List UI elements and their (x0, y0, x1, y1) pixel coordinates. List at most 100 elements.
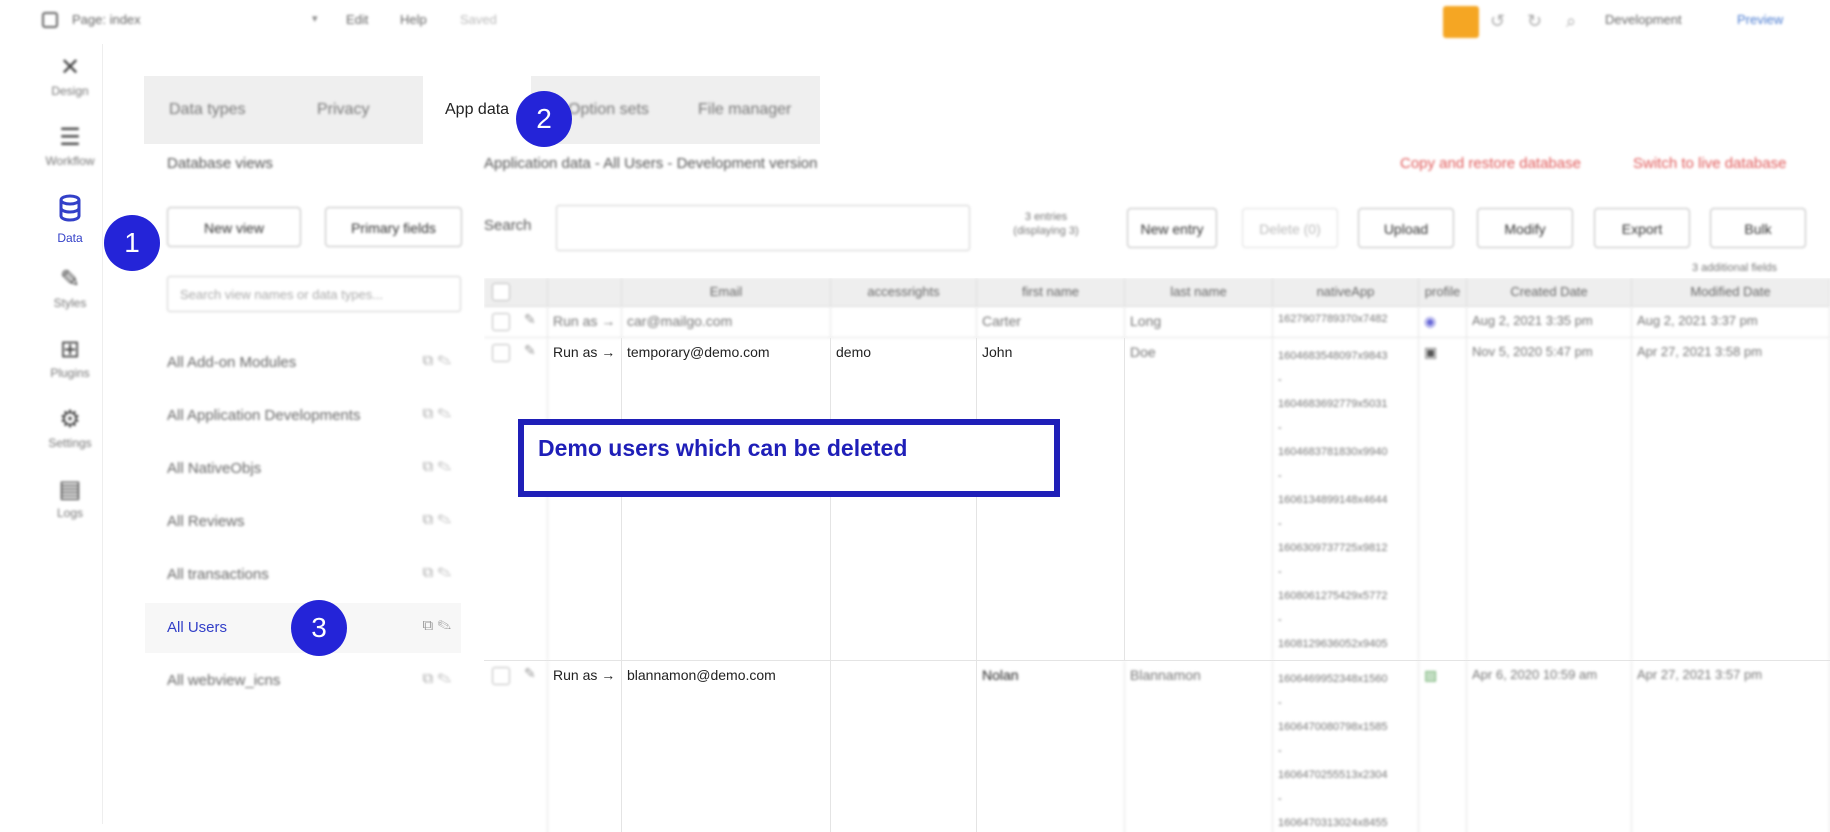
header-created-date[interactable]: Created Date (1467, 278, 1632, 306)
header-nativeapp[interactable]: nativeApp (1273, 278, 1419, 306)
copy-edit-icons[interactable]: ⧉ ✎ (422, 564, 451, 581)
view-label: All NativeObjs (167, 460, 262, 477)
profile-image-icon[interactable]: ▨ (1419, 661, 1467, 832)
row-checkbox[interactable] (492, 344, 510, 362)
view-item[interactable]: All NativeObjs ⧉ ✎ (145, 444, 461, 494)
cell-last-name[interactable]: Blannamon (1125, 661, 1273, 832)
search-input[interactable] (556, 205, 970, 251)
header-last-name[interactable]: last name (1125, 278, 1273, 306)
nativeapp-id: 1604683548097x9843 (1278, 350, 1388, 362)
copy-restore-link[interactable]: Copy and restore database (1400, 155, 1581, 172)
copy-edit-icons[interactable]: ⧉ ✎ (422, 458, 451, 475)
primary-fields-button[interactable]: Primary fields (325, 207, 462, 247)
nav-label: Design (51, 84, 89, 98)
undo-icon[interactable]: ↺ (1490, 11, 1505, 32)
nav-styles[interactable]: ✎ Styles (38, 266, 102, 310)
tab-file-manager[interactable]: File manager (698, 76, 791, 144)
export-button[interactable]: Export (1594, 208, 1690, 248)
row-select[interactable]: ✎ (484, 307, 548, 337)
menu-help[interactable]: Help (400, 12, 427, 27)
search-icon[interactable]: ⌕ (1566, 11, 1576, 32)
tab-data-types[interactable]: Data types (169, 76, 245, 144)
bulk-button[interactable]: Bulk (1710, 208, 1806, 248)
profile-image-icon[interactable]: ▣ (1419, 338, 1467, 660)
copy-edit-icons[interactable]: ⧉ ✎ (422, 670, 451, 687)
copy-edit-icons[interactable]: ⧉ ✎ (422, 617, 451, 634)
cell-first-name[interactable]: John (977, 338, 1125, 660)
nativeapp-id: - (1278, 697, 1282, 709)
cell-last-name[interactable]: Doe (1125, 338, 1273, 660)
cell-nativeapp[interactable]: 1604683548097x9843 - 1604683692779x5031 - 16… (1273, 338, 1419, 660)
copy-edit-icons[interactable]: ⧉ ✎ (422, 511, 451, 528)
tab-app-data[interactable]: App data (423, 76, 532, 144)
cell-email[interactable]: temporary@demo.com (622, 338, 831, 660)
switch-live-link[interactable]: Switch to live database (1633, 155, 1786, 172)
header-first-name[interactable]: first name (977, 278, 1125, 306)
row-select[interactable]: ✎ (484, 338, 548, 660)
nativeapp-id: - (1278, 470, 1282, 482)
row-select[interactable]: ✎ (484, 661, 548, 832)
row-checkbox[interactable] (492, 667, 510, 685)
nav-data[interactable]: Data (38, 194, 102, 245)
edit-icon[interactable]: ✎ (524, 311, 536, 328)
edit-icon[interactable]: ✎ (524, 665, 536, 682)
modify-button[interactable]: Modify (1477, 208, 1573, 248)
cell-first-name[interactable]: Carter (977, 307, 1125, 337)
edit-icon[interactable]: ✎ (524, 342, 536, 359)
nav-workflow[interactable]: ☰ Workflow (38, 124, 102, 168)
run-as-link[interactable]: Run as → (548, 338, 622, 660)
chevron-down-icon[interactable]: ▾ (312, 12, 318, 25)
new-view-button[interactable]: New view (167, 207, 301, 247)
cell-accessrights[interactable] (831, 661, 977, 832)
nativeapp-id: - (1278, 374, 1282, 386)
nav-label: Styles (53, 296, 87, 310)
nav-design[interactable]: ✕ Design (38, 54, 102, 98)
menu-edit[interactable]: Edit (346, 12, 368, 27)
run-as-link[interactable]: Run as → (548, 661, 622, 832)
header-checkbox-col[interactable] (484, 278, 548, 306)
redo-icon[interactable]: ↻ (1527, 11, 1542, 32)
view-item[interactable]: All Add-on Modules ⧉ ✎ (145, 338, 461, 388)
nav-logs[interactable]: ▤ Logs (38, 476, 102, 520)
view-item[interactable]: All transactions ⧉ ✎ (145, 550, 461, 600)
row-checkbox[interactable] (492, 313, 510, 331)
cell-accessrights[interactable]: demo (831, 338, 977, 660)
view-item[interactable]: All webview_icns ⧉ ✎ (145, 656, 461, 706)
header-email[interactable]: Email (622, 278, 831, 306)
upload-button[interactable]: Upload (1358, 208, 1454, 248)
page-title: Application data - All Users - Developme… (484, 155, 818, 172)
copy-edit-icons[interactable]: ⧉ ✎ (422, 405, 451, 422)
nav-plugins[interactable]: ⊞ Plugins (38, 336, 102, 380)
profile-image-icon[interactable]: ◉ (1419, 307, 1467, 337)
header-modified-date[interactable]: Modified Date (1632, 278, 1830, 306)
nav-settings[interactable]: ⚙ Settings (38, 406, 102, 450)
copy-edit-icons[interactable]: ⧉ ✎ (422, 352, 451, 369)
cell-email[interactable]: blannamon@demo.com (622, 661, 831, 832)
view-search-input[interactable]: Search view names or data types... (167, 276, 461, 312)
cell-nativeapp[interactable]: 1606469952348x1560 - 1606470080798x1585 - 16… (1273, 661, 1419, 832)
view-item[interactable]: All Application Developments ⧉ ✎ (145, 391, 461, 441)
view-item[interactable]: All Reviews ⧉ ✎ (145, 497, 461, 547)
delete-button[interactable]: Delete (0) (1242, 208, 1338, 248)
workflow-icon: ☰ (59, 124, 81, 151)
cell-accessrights[interactable] (831, 307, 977, 337)
tab-option-sets[interactable]: Option sets (568, 76, 649, 144)
page-selector[interactable]: Page: index (72, 12, 141, 27)
environment-selector[interactable]: Development (1605, 12, 1682, 27)
preview-link[interactable]: Preview (1737, 12, 1783, 27)
cell-first-name[interactable]: Nolan (977, 661, 1125, 832)
cell-nativeapp[interactable]: 1627907789370x7482 (1273, 307, 1419, 337)
nativeapp-id: - (1278, 422, 1282, 434)
annotation-box: Demo users which can be deleted (518, 419, 1060, 497)
run-as-link[interactable]: Run as → (548, 307, 622, 337)
nativeapp-list: 1606469952348x1560 - 1606470080798x1585 - 16… (1278, 667, 1413, 832)
new-entry-button[interactable]: New entry (1127, 208, 1217, 248)
cell-last-name[interactable]: Long (1125, 307, 1273, 337)
nav-label: Plugins (50, 366, 90, 380)
header-accessrights[interactable]: accessrights (831, 278, 977, 306)
nativeapp-id: - (1278, 518, 1282, 530)
tab-privacy[interactable]: Privacy (317, 76, 369, 144)
cell-email[interactable]: car@mailgo.com (622, 307, 831, 337)
header-profile[interactable]: profile (1419, 278, 1467, 306)
issues-button[interactable] (1443, 6, 1479, 38)
